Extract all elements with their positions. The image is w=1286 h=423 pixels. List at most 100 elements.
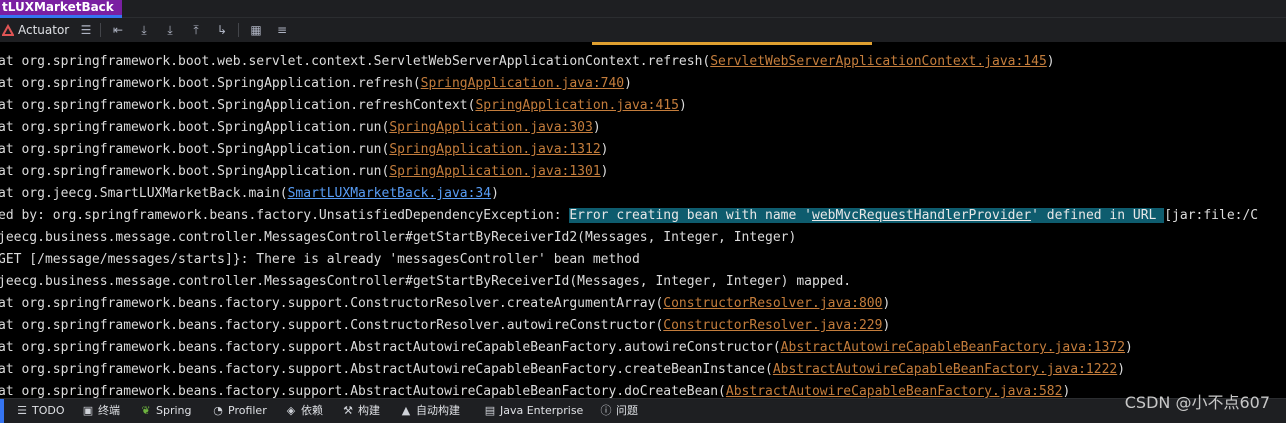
line-text: at org.springframework.beans.factory.sup… [0, 340, 781, 355]
selected-text[interactable]: Error creating bean with name ' [569, 208, 812, 223]
partial-highlight [592, 42, 872, 45]
line-text: ) [1046, 54, 1055, 69]
console-line: at org.jeecg.SmartLUXMarketBack.main(Sma… [0, 183, 499, 205]
step-over-icon[interactable]: ⤓ [136, 22, 152, 38]
line-text: at org.springframework.boot.SpringApplic… [0, 120, 390, 135]
todo-label: TODO [32, 404, 65, 417]
java-enterprise-label: Java Enterprise [500, 404, 584, 417]
selected-text[interactable]: ' defined in URL [1031, 208, 1165, 223]
console-line: jeecg.business.message.controller.Messag… [0, 227, 796, 249]
step-out-icon[interactable]: ⤒ [188, 22, 204, 38]
source-link[interactable]: AbstractAutowireCapableBeanFactory.java:… [781, 340, 1125, 355]
java-enterprise-tab[interactable]: ▤ Java Enterprise [484, 402, 584, 420]
line-text: ) [1062, 384, 1071, 398]
console-line: jeecg.business.message.controller.Messag… [0, 271, 851, 293]
console-line: at org.springframework.boot.SpringApplic… [0, 95, 687, 117]
source-link[interactable]: SpringApplication.java:1301 [389, 164, 600, 179]
terminal-icon: ▣ [82, 404, 94, 417]
line-text: at org.springframework.boot.web.servlet.… [0, 54, 711, 69]
console-line: at org.springframework.boot.SpringApplic… [0, 139, 609, 161]
line-text: ) [882, 296, 891, 311]
run-toolbar: Actuator ☰ ⇤ ⤓ ⤓ ⤒ ↳ ▦ ≡ [0, 18, 1286, 42]
source-link[interactable]: SpringApplication.java:1312 [389, 142, 600, 157]
dependencies-tab[interactable]: ◈ 依赖 [285, 402, 323, 420]
line-text: at org.springframework.beans.factory.sup… [0, 384, 726, 398]
source-link[interactable]: ServletWebServerApplicationContext.java:… [710, 54, 1047, 69]
active-accent [0, 399, 4, 423]
source-link[interactable]: ConstructorResolver.java:800 [663, 296, 882, 311]
source-link[interactable]: SpringApplication.java:303 [389, 120, 593, 135]
hammer-icon: ⚒ [343, 404, 353, 417]
spring-label: Spring [156, 404, 192, 417]
line-text: at org.springframework.beans.factory.sup… [0, 362, 773, 377]
console-line: at org.springframework.boot.SpringApplic… [0, 161, 609, 183]
run-tab[interactable]: tLUXMarketBack [0, 0, 122, 15]
step-into-icon[interactable]: ⤓ [162, 22, 178, 38]
line-text: ) [600, 142, 609, 157]
source-link[interactable]: SmartLUXMarketBack.java:34 [288, 186, 492, 201]
console-line: at org.springframework.boot.SpringApplic… [0, 73, 632, 95]
toolbar-separator [238, 23, 239, 37]
actuator-tab[interactable]: Actuator [18, 21, 69, 39]
line-text: at org.springframework.beans.factory.sup… [0, 296, 664, 311]
line-text: at org.springframework.boot.SpringApplic… [0, 76, 421, 91]
toolbar-separator [100, 23, 101, 37]
line-text: ) [600, 164, 609, 179]
line-text: [jar:file:/C [1164, 208, 1259, 223]
menu-icon[interactable]: ☰ [78, 22, 94, 38]
list-icon[interactable]: ≡ [274, 22, 290, 38]
console-line-error: ed by: org.springframework.beans.factory… [0, 205, 1258, 227]
console-line: at org.springframework.boot.SpringApplic… [0, 117, 601, 139]
line-text: ed by: org.springframework.beans.factory… [0, 208, 570, 223]
build-tab[interactable]: ⚒ 构建 [342, 402, 380, 420]
console-line: GET [/message/messages/starts]}: There i… [0, 249, 640, 271]
profiler-tab[interactable]: ◔ Profiler [212, 402, 267, 420]
spring-tab[interactable]: ❦ Spring [140, 402, 192, 420]
console-line: at org.springframework.beans.factory.sup… [0, 293, 890, 315]
line-text: at org.springframework.boot.SpringApplic… [0, 142, 390, 157]
line-text: jeecg.business.message.controller.Messag… [0, 274, 852, 289]
scroll-to-end-icon[interactable]: ⇤ [110, 22, 126, 38]
warning-icon: ▲ [401, 404, 411, 417]
list-icon: ☰ [17, 404, 27, 417]
java-enterprise-icon: ▤ [484, 404, 496, 417]
terminal-label: 终端 [98, 404, 120, 417]
dependencies-label: 依赖 [301, 404, 323, 417]
profiler-icon: ◔ [213, 404, 223, 417]
profiler-label: Profiler [228, 404, 267, 417]
spring-icon: ❦ [141, 404, 151, 417]
line-text: at org.springframework.boot.SpringApplic… [0, 164, 390, 179]
console-line: at org.springframework.boot.web.servlet.… [0, 51, 1055, 73]
line-text: ) [882, 318, 891, 333]
console-line: at org.springframework.beans.factory.sup… [0, 359, 1125, 381]
source-link[interactable]: SpringApplication.java:415 [475, 98, 679, 113]
source-link[interactable]: AbstractAutowireCapableBeanFactory.java:… [726, 384, 1063, 398]
bean-link[interactable]: webMvcRequestHandlerProvider [812, 208, 1032, 223]
line-text: ) [592, 120, 601, 135]
problems-tab[interactable]: ⓘ 问题 [600, 402, 639, 420]
line-text: ) [624, 76, 632, 91]
source-link[interactable]: AbstractAutowireCapableBeanFactory.java:… [773, 362, 1117, 377]
actuator-icon [2, 24, 14, 36]
terminal-tab[interactable]: ▣ 终端 [82, 402, 120, 420]
info-icon: ⓘ [600, 404, 612, 417]
tool-window-bar: ☰ TODO ▣ 终端 ❦ Spring ◔ Profiler ◈ 依赖 ⚒ 构建 ▲ 自动构… [0, 398, 1286, 423]
line-text: at org.springframework.beans.factory.sup… [0, 318, 664, 333]
tool-window-titlebar: tLUXMarketBack [0, 0, 1286, 18]
line-text: at org.springframework.boot.SpringApplic… [0, 98, 476, 113]
todo-tab[interactable]: ☰ TODO [16, 402, 65, 420]
console-line: at org.springframework.beans.factory.sup… [0, 381, 1070, 398]
layers-icon: ◈ [286, 404, 296, 417]
source-link[interactable]: SpringApplication.java:740 [421, 76, 625, 91]
csdn-watermark: CSDN @小不点607 [1124, 393, 1270, 412]
line-text: GET [/message/messages/starts]}: There i… [0, 252, 640, 267]
run-to-cursor-icon[interactable]: ↳ [214, 22, 230, 38]
source-link[interactable]: ConstructorResolver.java:229 [663, 318, 882, 333]
line-text: ) [1117, 362, 1126, 377]
console-line: at org.springframework.beans.factory.sup… [0, 315, 890, 337]
auto-build-tab[interactable]: ▲ 自动构建 [400, 402, 460, 420]
line-text: ) [678, 98, 687, 113]
console-output[interactable]: at org.springframework.boot.web.servlet.… [0, 42, 1286, 398]
table-icon[interactable]: ▦ [248, 22, 264, 38]
line-text: jeecg.business.message.controller.Messag… [0, 230, 797, 245]
